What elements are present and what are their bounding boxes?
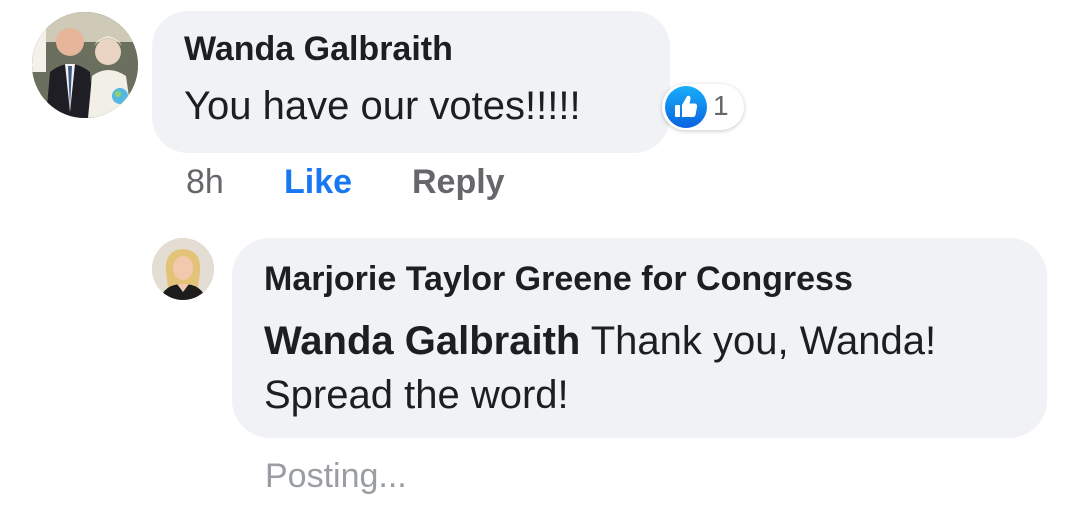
comment-timestamp[interactable]: 8h	[186, 163, 224, 202]
reaction-count: 1	[713, 90, 729, 121]
like-icon	[665, 86, 707, 128]
comment-author-name[interactable]: Wanda Galbraith	[184, 30, 453, 69]
avatar-marjorie-taylor-greene[interactable]	[152, 238, 214, 300]
avatar-photo	[152, 238, 214, 300]
posting-status: Posting...	[265, 457, 407, 495]
reply-author-name[interactable]: Marjorie Taylor Greene for Congress	[264, 260, 853, 299]
mention-link[interactable]: Wanda Galbraith	[264, 319, 580, 363]
avatar-photo	[32, 12, 138, 118]
like-button[interactable]: Like	[284, 163, 352, 202]
comment-text: You have our votes!!!!!	[184, 84, 581, 128]
reply-button[interactable]: Reply	[412, 163, 505, 202]
avatar-wanda-galbraith[interactable]	[32, 12, 138, 118]
reply-text: Wanda Galbraith Thank you, Wanda! Spread…	[264, 314, 1024, 422]
